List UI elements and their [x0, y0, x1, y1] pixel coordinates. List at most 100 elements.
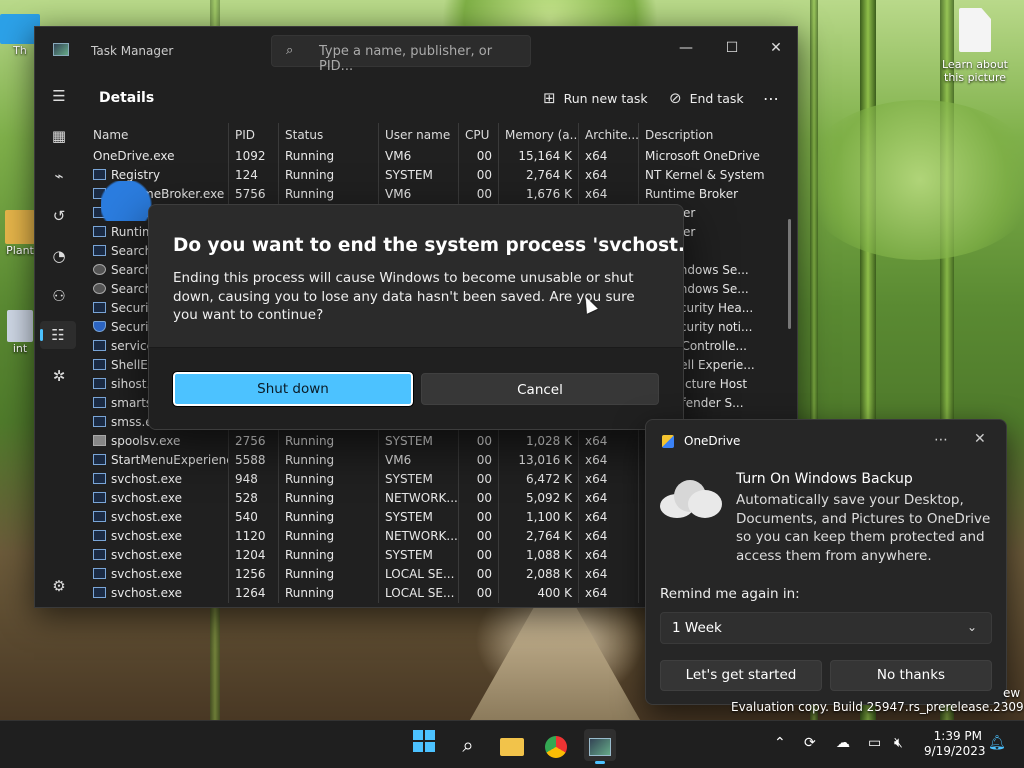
cell-arch: x64: [579, 546, 639, 565]
performance-icon[interactable]: ⌁: [48, 165, 70, 187]
settings-gear-icon[interactable]: ⚙: [48, 575, 70, 597]
column-header-description[interactable]: Description: [639, 123, 779, 147]
cell-text: 00: [476, 529, 492, 543]
cell-status: Running: [279, 508, 379, 527]
column-header-status[interactable]: Status: [279, 123, 379, 147]
network-icon[interactable]: ▭: [868, 735, 881, 751]
desktop-icon-learn-about-picture[interactable]: Learn about this picture: [940, 8, 1010, 84]
close-button[interactable]: ✕: [753, 33, 799, 63]
cell-text: 1,676 K: [525, 187, 572, 201]
table-row[interactable]: Registry 124 Running SYSTEM 00 2,764 K x64 NT K…: [87, 166, 779, 185]
notification-close-button[interactable]: ✕: [974, 431, 986, 447]
volume-muted-icon[interactable]: 🔇︎: [894, 735, 903, 751]
column-header-name[interactable]: Name: [87, 123, 229, 147]
cell-text: Running: [285, 453, 335, 467]
end-process-dialog: Do you want to end the system process 's…: [148, 204, 684, 430]
maximize-button[interactable]: ☐: [709, 33, 755, 63]
title-bar[interactable]: Task Manager ⌕ Type a name, publisher, o…: [35, 27, 799, 74]
search-taskbar-button[interactable]: ⌕: [452, 729, 484, 761]
cell-user: SYSTEM: [379, 470, 459, 489]
remind-interval-select[interactable]: 1 Week ⌄: [660, 612, 992, 644]
cell-mem: 1,028 K: [499, 432, 579, 451]
show-hidden-icons-chevron-up-icon[interactable]: ⌃: [774, 735, 786, 751]
run-new-task-label: Run new task: [563, 90, 648, 106]
gear-icon: [93, 264, 106, 275]
cell-text: x64: [585, 149, 608, 163]
no-thanks-button[interactable]: No thanks: [830, 660, 992, 691]
cell-text: NETWORK...: [385, 491, 458, 505]
dialog-title: Do you want to end the system process 's…: [173, 235, 684, 256]
cell-text: VM6: [385, 453, 412, 467]
clock[interactable]: 1:39 PM 9/19/2023: [924, 729, 986, 759]
cell-text: NT Kernel & System: [645, 168, 765, 182]
services-icon[interactable]: ✲: [48, 365, 70, 387]
startup-apps-icon[interactable]: ◔: [48, 245, 70, 267]
end-task-button[interactable]: ⊘ End task: [669, 85, 744, 111]
cell-arch: x64: [579, 527, 639, 546]
document-icon: [7, 310, 33, 342]
start-button[interactable]: [408, 729, 440, 761]
end-task-label: End task: [689, 90, 744, 106]
processes-icon[interactable]: ▦: [48, 125, 70, 147]
users-icon[interactable]: ⚇: [48, 285, 70, 307]
shut-down-button[interactable]: Shut down: [172, 371, 414, 407]
notification-bell-icon[interactable]: 🔔︎: [988, 735, 1006, 751]
cell-text: 00: [476, 168, 492, 182]
details-icon[interactable]: ☷: [40, 321, 76, 349]
cell-text: OneDrive.exe: [93, 149, 175, 163]
cell-status: Running: [279, 147, 379, 166]
cell-name: svchost.exe: [87, 584, 229, 603]
column-header-user[interactable]: User name: [379, 123, 459, 147]
app-icon: [93, 587, 106, 598]
cell-text: x64: [585, 529, 608, 543]
table-row[interactable]: OneDrive.exe 1092 Running VM6 00 15,164 K x64 M…: [87, 147, 779, 221]
onedrive-tray-icon[interactable]: ☁: [836, 735, 850, 751]
app-icon: [93, 492, 106, 503]
notification-more-button[interactable]: ⋯: [934, 432, 948, 448]
task-manager-taskbar-button[interactable]: [584, 729, 616, 764]
app-icon: [93, 359, 106, 370]
minimize-button[interactable]: —: [663, 33, 709, 63]
app-icon: [93, 473, 106, 484]
search-box[interactable]: ⌕ Type a name, publisher, or PID...: [271, 35, 531, 74]
cancel-button[interactable]: Cancel: [421, 373, 659, 405]
printer-icon: [93, 435, 106, 446]
cell-text: SYSTEM: [385, 168, 433, 182]
app-icon: [93, 169, 106, 180]
cell-text: 00: [476, 510, 492, 524]
app-icon: [93, 397, 106, 408]
folder-icon: [5, 210, 35, 244]
cell-cpu: 00: [459, 489, 499, 508]
cell-arch: x64: [579, 508, 639, 527]
cell-arch: x64: [579, 147, 639, 166]
cell-text: Running: [285, 510, 335, 524]
vertical-scrollbar[interactable]: [788, 219, 791, 329]
table-row[interactable]: RuntimeBroker.exe 5756 Running VM6 00 1,676 K…: [87, 185, 779, 204]
cell-text: SYSTEM: [385, 510, 433, 524]
hamburger-menu-icon[interactable]: ☰: [48, 85, 70, 107]
cell-pid: 5588: [229, 451, 279, 470]
cell-text: StartMenuExperienc...: [111, 453, 228, 467]
more-options-button[interactable]: ⋯: [763, 85, 779, 111]
column-header-pid[interactable]: PID: [229, 123, 279, 147]
app-history-icon[interactable]: ↺: [48, 205, 70, 227]
cell-cpu: 00: [459, 527, 499, 546]
app-icon: [93, 416, 106, 427]
cell-status: Running: [279, 432, 379, 451]
cell-desc: Microsoft OneDrive: [639, 147, 779, 166]
chrome-button[interactable]: [540, 729, 572, 761]
cell-arch: x64: [579, 489, 639, 508]
cell-mem: 13,016 K: [499, 451, 579, 470]
folder-icon: [500, 737, 524, 756]
cell-text: spoolsv.exe: [111, 434, 181, 448]
run-new-task-button[interactable]: ⊞ Run new task: [543, 85, 648, 111]
column-header-memory[interactable]: Memory (a...: [499, 123, 579, 147]
time: 1:39 PM: [933, 729, 982, 743]
column-header-cpu[interactable]: CPU: [459, 123, 499, 147]
cell-text: 1,028 K: [525, 434, 572, 448]
cell-text: Running: [285, 434, 335, 448]
sync-icon[interactable]: ⟳: [804, 735, 816, 751]
file-explorer-button[interactable]: [496, 729, 528, 761]
column-header-architecture[interactable]: Archite...: [579, 123, 639, 147]
lets-get-started-button[interactable]: Let's get started: [660, 660, 822, 691]
